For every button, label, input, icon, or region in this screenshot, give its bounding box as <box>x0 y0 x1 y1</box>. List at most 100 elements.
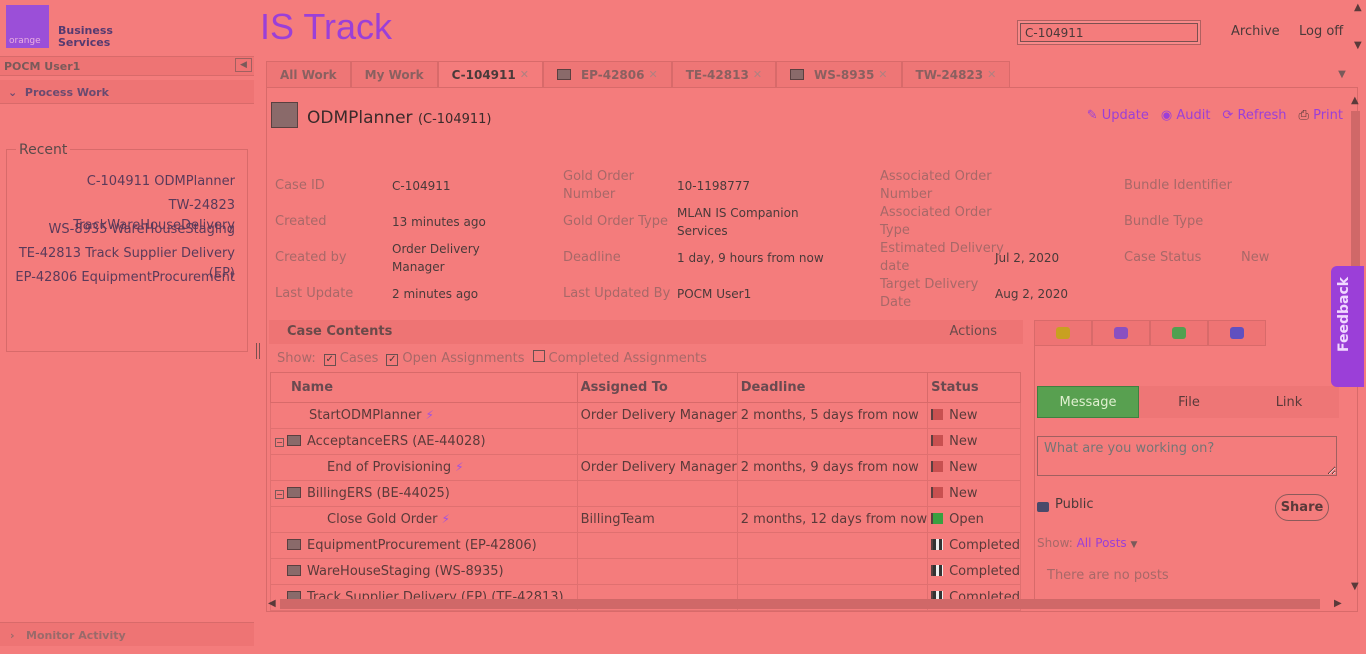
column-header-name[interactable]: Name <box>270 372 578 403</box>
recent-item[interactable]: C-104911 ODMPlanner <box>7 172 235 196</box>
scroll-up-icon[interactable]: ▲ <box>1351 95 1359 106</box>
public-toggle[interactable]: Public <box>1037 496 1093 512</box>
table-row[interactable]: − AcceptanceERS (AE-44028) New <box>270 428 1021 455</box>
user-name: POCM User1 <box>4 60 81 73</box>
case-actions: ✎ Update ◉ Audit ⟳ Refresh ⎙ Print <box>1087 108 1343 123</box>
tab-tw-24823[interactable]: TW-24823 ✕ <box>901 61 1011 87</box>
checkbox-checked[interactable]: ✓ <box>323 353 336 366</box>
briefcase-icon <box>556 69 571 80</box>
case-content: ODMPlanner (C-104911) ✎ Update ◉ Audit ⟳… <box>266 87 1358 612</box>
filter-completed-assignments[interactable]: Completed Assignments <box>532 350 707 366</box>
close-icon[interactable]: ✕ <box>753 68 762 81</box>
filter-open-assignments[interactable]: ✓ Open Assignments <box>386 351 525 366</box>
orange-logo: orange <box>6 5 49 48</box>
scroll-right-icon[interactable]: ▶ <box>1334 598 1342 609</box>
scroll-down-icon[interactable]: ▼ <box>1351 581 1359 592</box>
tab-my-work[interactable]: My Work <box>350 61 438 87</box>
scroll-left-icon[interactable]: ◀ <box>268 598 276 609</box>
tab-participants[interactable] <box>1092 320 1150 346</box>
flag-icon <box>931 487 944 498</box>
close-icon[interactable]: ✕ <box>648 68 657 81</box>
table-row[interactable]: Close Gold Order ⚡ BillingTeam 2 months, … <box>270 506 1021 533</box>
briefcase-icon <box>287 435 301 446</box>
table-row[interactable]: StartODMPlanner ⚡ Order Delivery Manager … <box>270 402 1021 429</box>
checkbox-unchecked[interactable] <box>532 350 545 362</box>
collapse-sidebar-icon[interactable]: ◀ <box>235 58 252 72</box>
actions-menu[interactable]: Actions <box>950 324 998 339</box>
related-items-icon <box>1230 327 1244 339</box>
tab-related[interactable] <box>1208 320 1266 346</box>
print-link[interactable]: ⎙ Print <box>1299 108 1343 123</box>
tab-c-104911[interactable]: C-104911 ✕ <box>437 61 543 87</box>
table-row[interactable]: EquipmentProcurement (EP-42806) Complete… <box>270 532 1021 559</box>
checkbox-checked[interactable]: ✓ <box>386 353 399 366</box>
empty-posts-message: There are no posts <box>1047 568 1169 583</box>
post-input[interactable] <box>1037 436 1337 476</box>
page-scrollbar[interactable]: ▲ ▼ <box>1352 0 1366 60</box>
dropdown-arrow-icon[interactable]: ▼ <box>1130 540 1137 550</box>
share-button[interactable]: Share <box>1275 494 1329 521</box>
posts-filter-dropdown[interactable]: All Posts <box>1077 536 1127 550</box>
update-link[interactable]: ✎ Update <box>1087 108 1149 123</box>
collapse-icon[interactable]: − <box>275 490 284 499</box>
audit-link[interactable]: ◉ Audit <box>1161 108 1211 123</box>
speech-bubble-icon <box>1056 327 1070 339</box>
recent-item[interactable]: TW-24823 TrackWareHouseDelivery <box>7 196 235 233</box>
case-search <box>1017 20 1201 45</box>
table-row[interactable]: End of Provisioning ⚡ Order Delivery Mana… <box>270 454 1021 481</box>
table-row[interactable]: WareHouseStaging (WS-8935) Completed <box>270 558 1021 585</box>
recent-item[interactable]: WS-8935 WareHouseStaging <box>7 220 235 244</box>
tab-attachments[interactable] <box>1150 320 1208 346</box>
case-status-label: Case Status <box>1124 250 1202 265</box>
column-header-deadline[interactable]: Deadline <box>736 372 929 403</box>
people-icon <box>1114 327 1128 339</box>
archive-link[interactable]: Archive <box>1231 24 1280 39</box>
monitor-activity-header[interactable]: › Monitor Activity <box>0 622 254 646</box>
search-input[interactable] <box>1020 23 1198 42</box>
case-status-value: New <box>1241 250 1270 265</box>
close-icon[interactable]: ✕ <box>520 68 529 81</box>
link-button[interactable]: Link <box>1239 386 1339 418</box>
target-delivery-label: Target Delivery Date <box>880 277 979 310</box>
column-header-status[interactable]: Status <box>927 372 1021 403</box>
est-delivery-value: Jul 2, 2020 <box>995 251 1060 265</box>
flag-icon <box>931 513 944 524</box>
refresh-link[interactable]: ⟳ Refresh <box>1222 108 1286 123</box>
process-work-header[interactable]: ⌄ Process Work <box>0 80 254 104</box>
message-button[interactable]: Message <box>1037 386 1139 418</box>
collapse-icon[interactable]: − <box>275 438 284 447</box>
tab-ws-8935[interactable]: WS-8935 ✕ <box>776 61 902 87</box>
created-label: Created <box>275 214 327 229</box>
close-icon[interactable]: ✕ <box>987 68 996 81</box>
logoff-link[interactable]: Log off <box>1299 24 1343 39</box>
splitter-handle[interactable] <box>256 343 260 359</box>
tab-ep-42806[interactable]: EP-42806 ✕ <box>542 61 672 87</box>
scroll-thumb[interactable] <box>280 599 1320 609</box>
last-update-label: Last Update <box>275 286 354 301</box>
tab-menu-icon[interactable]: ▼ <box>1327 63 1357 87</box>
chevron-right-icon: › <box>10 629 15 642</box>
tab-te-42813[interactable]: TE-42813 ✕ <box>671 61 777 87</box>
tab-pulse[interactable] <box>1034 320 1092 346</box>
table-row[interactable]: − BillingERS (BE-44025) New <box>270 480 1021 507</box>
flow-action-icon: ⚡ <box>425 408 434 422</box>
contents-filter: Show: ✓ Cases ✓ Open Assignments Completed… <box>277 350 707 366</box>
file-button[interactable]: File <box>1139 386 1239 418</box>
feedback-button[interactable]: Feedback <box>1331 266 1364 387</box>
pulse-panel: Message File Link Public Share Show: All… <box>1034 346 1344 606</box>
scroll-up-icon[interactable]: ▲ <box>1354 2 1362 13</box>
recent-label: Recent <box>16 142 71 158</box>
filter-cases[interactable]: ✓ Cases <box>323 351 378 366</box>
recent-item[interactable]: TE-42813 Track Supplier Delivery (EP) <box>7 244 235 281</box>
case-contents-header: Case Contents Actions <box>269 320 1023 344</box>
tab-all-work[interactable]: All Work <box>266 61 351 87</box>
recent-item[interactable]: EP-42806 EquipmentProcurement <box>7 268 235 292</box>
briefcase-icon <box>790 69 805 80</box>
scroll-down-icon[interactable]: ▼ <box>1354 40 1362 51</box>
content-horizontal-scrollbar[interactable]: ◀ ▶ <box>266 597 1349 611</box>
unlock-icon <box>1037 502 1049 512</box>
last-updated-by-value: POCM User1 <box>677 287 752 301</box>
chevron-down-icon: ⌄ <box>8 86 18 99</box>
column-header-assigned[interactable]: Assigned To <box>576 372 738 403</box>
close-icon[interactable]: ✕ <box>878 68 887 81</box>
